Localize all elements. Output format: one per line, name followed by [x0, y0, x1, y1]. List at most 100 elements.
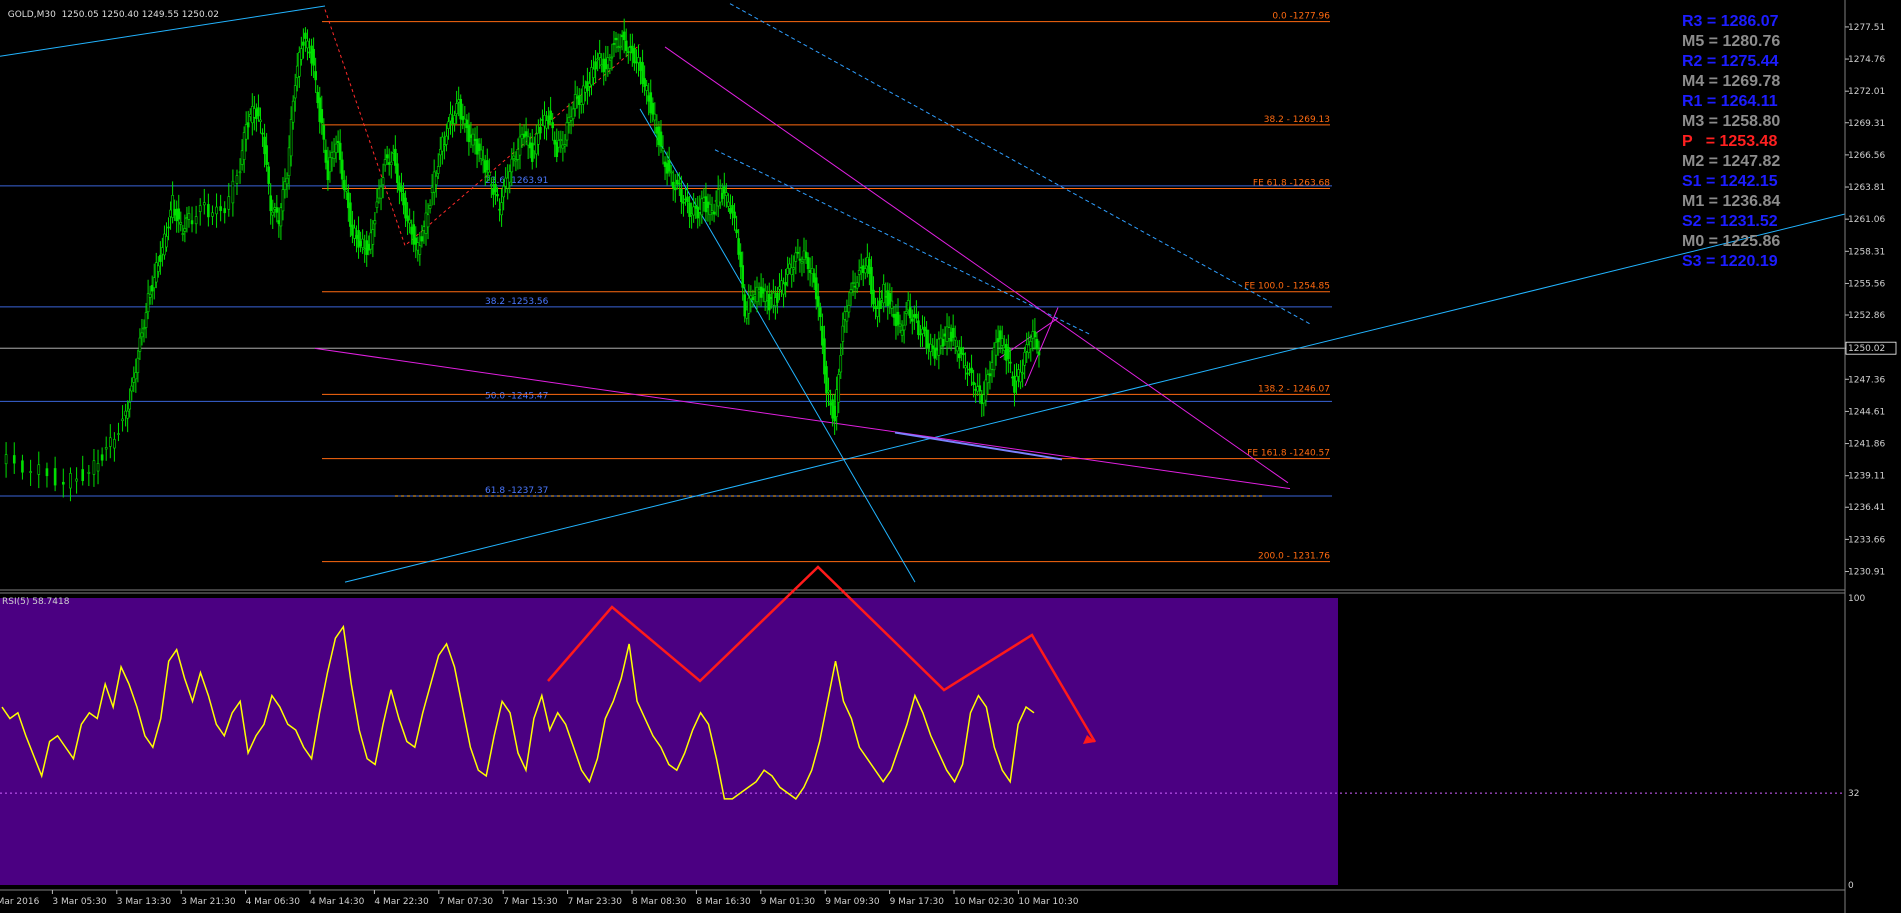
candle-body	[680, 189, 683, 203]
candle-body	[100, 454, 104, 461]
candle-body	[492, 188, 495, 195]
candle-body	[504, 177, 507, 187]
candle-body	[375, 201, 379, 208]
candle-body	[1029, 341, 1033, 349]
candle-body	[235, 175, 239, 184]
candle-body	[426, 214, 430, 228]
fib-blue-label: 50.0 -1245.47	[485, 391, 548, 401]
candle-body	[659, 131, 663, 147]
candle-body	[306, 40, 309, 49]
candle-body	[273, 207, 277, 210]
candle-body	[349, 202, 352, 227]
candle-body	[545, 120, 548, 129]
candle-body	[518, 136, 522, 156]
candle-body	[543, 115, 546, 127]
candle-body	[929, 343, 932, 352]
candle-body	[978, 385, 982, 392]
candle-body	[277, 220, 281, 225]
time-tick-label: 10 Mar 02:30	[954, 897, 1014, 907]
candle-body	[207, 204, 210, 218]
candle-body	[29, 471, 32, 473]
candle-body	[1025, 344, 1029, 352]
candle-body	[798, 258, 802, 261]
candle-body	[535, 133, 538, 155]
candle-body	[751, 297, 755, 301]
candle-body	[285, 177, 289, 185]
candle-body	[831, 399, 834, 419]
candle-body	[651, 102, 655, 115]
candle-body	[128, 401, 132, 410]
candle-body	[347, 192, 350, 209]
candle-body	[729, 208, 732, 214]
price-tick-label: 1233.66	[1848, 535, 1885, 545]
candle-body	[964, 365, 967, 369]
candle-body	[304, 32, 307, 39]
candle-body	[676, 179, 679, 185]
candle-body	[483, 160, 487, 173]
candle-body	[682, 201, 685, 204]
price-tick-label: 1255.56	[1848, 279, 1885, 289]
candle-body	[968, 368, 971, 371]
candle-body	[633, 48, 636, 64]
candle-body	[510, 158, 514, 173]
candle-body	[933, 347, 937, 359]
candle-body	[1002, 347, 1006, 351]
candle-body	[132, 376, 136, 383]
candle-body	[265, 145, 268, 165]
candle-body	[169, 209, 172, 217]
fib-blue-label: 38.2 -1253.56	[485, 297, 549, 307]
candle-body	[986, 374, 990, 384]
candle-body	[432, 171, 436, 193]
candle-body	[108, 437, 112, 447]
candle-body	[455, 103, 458, 115]
candle-body	[612, 43, 616, 45]
candle-body	[96, 463, 100, 472]
candle-body	[898, 323, 902, 327]
price-tick-label: 1239.11	[1848, 472, 1885, 482]
candle-body	[447, 121, 450, 129]
candle-body	[870, 266, 873, 295]
candle-body	[302, 41, 305, 46]
candle-body	[485, 160, 489, 171]
candle-body	[594, 61, 597, 70]
candle-body	[377, 188, 381, 199]
candle-body	[227, 196, 231, 210]
candle-body	[336, 140, 340, 144]
candle-body	[931, 345, 935, 350]
candle-body	[541, 119, 544, 121]
candle-body	[763, 290, 767, 302]
candle-body	[788, 263, 791, 269]
candle-body	[577, 95, 581, 105]
candle-body	[849, 289, 853, 294]
candle-body	[808, 269, 812, 273]
candle-body	[563, 144, 567, 147]
candle-body	[438, 149, 442, 156]
candle-body	[663, 161, 667, 167]
pivot-level: S1 = 1242.15	[1682, 173, 1778, 190]
candle-body	[569, 116, 573, 121]
candle-body	[643, 78, 646, 87]
candle-body	[154, 262, 158, 283]
candle-body	[412, 224, 416, 245]
candle-body	[776, 292, 779, 303]
candle-body	[904, 311, 908, 314]
candle-body	[622, 31, 626, 41]
candle-body	[75, 478, 78, 482]
candle-body	[4, 454, 8, 465]
candle-body	[829, 402, 832, 406]
candle-body	[976, 386, 979, 392]
fib-orange-label: 38.2 - 1269.13	[1264, 115, 1330, 125]
candle-body	[522, 133, 526, 138]
candle-body	[957, 353, 961, 359]
candle-body	[671, 181, 675, 189]
pivot-level: R1 = 1264.11	[1682, 93, 1778, 110]
candle-body	[945, 326, 949, 342]
candle-body	[361, 238, 364, 248]
candle-body	[641, 62, 644, 84]
candle-body	[246, 122, 250, 128]
candle-body	[436, 166, 440, 174]
candle-body	[710, 210, 714, 213]
candle-body	[582, 85, 585, 105]
candle-body	[1027, 344, 1031, 353]
price-tick-label: 1272.01	[1848, 87, 1885, 97]
